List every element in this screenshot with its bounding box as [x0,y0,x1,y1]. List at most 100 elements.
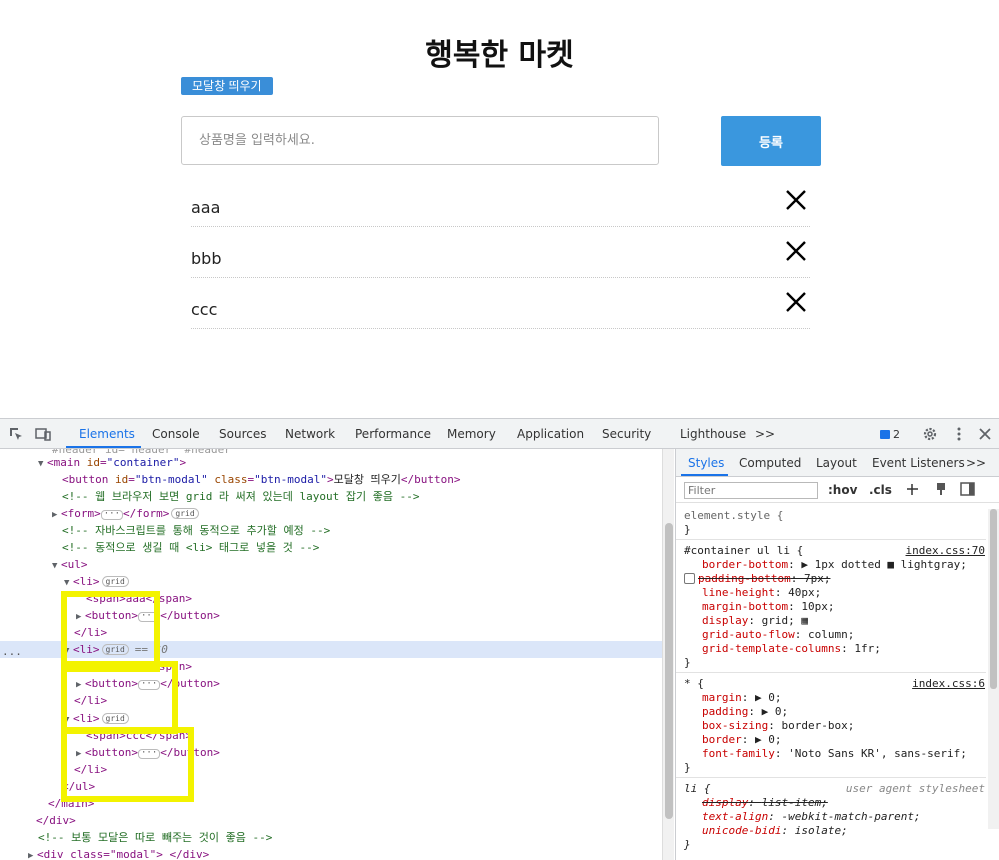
css-property[interactable]: grid-auto-flow: column; [702,628,854,642]
ellipsis-badge[interactable]: ··· [137,749,161,759]
tab-performance[interactable]: Performance [355,427,431,441]
styles-scrollbar[interactable] [988,509,999,829]
more-tabs-button[interactable]: >> [966,456,986,470]
rule-selector[interactable]: * { [684,677,704,691]
issues-counter[interactable]: 2 [880,428,900,441]
css-property[interactable]: display: grid; ▦ [702,614,808,628]
dom-line-li[interactable]: ▼ <li> grid [64,573,662,590]
tab-network[interactable]: Network [285,427,335,441]
hover-state-toggle[interactable]: :hov [828,483,857,497]
close-icon[interactable] [977,426,993,442]
dom-line-li[interactable]: ▼ <li> grid [64,710,662,727]
property-checkbox[interactable] [684,573,695,584]
dom-line-button-modal[interactable]: <button id="btn-modal" class="btn-modal"… [62,471,662,488]
ellipsis-badge[interactable]: ··· [137,612,161,622]
add-button[interactable]: 등록 [721,116,821,166]
elements-scrollbar[interactable] [662,449,674,860]
dom-line-li-close[interactable]: </li> [74,692,662,709]
dom-comment[interactable]: <!-- 보통 모달은 따로 빼주는 것이 좋음 --> [38,829,662,846]
collapse-triangle-icon[interactable]: ▼ [64,712,73,729]
css-property[interactable]: grid-template-columns: 1fr; [702,642,881,656]
tab-layout[interactable]: Layout [816,456,857,470]
css-property[interactable]: margin: ▶ 0; [702,691,782,705]
css-property-disabled[interactable]: padding-bottom: 7px; [684,572,830,586]
css-property[interactable]: line-height: 40px; [702,586,821,600]
tab-sources[interactable]: Sources [219,427,266,441]
grid-badge[interactable]: grid [101,576,129,587]
dom-line-div-modal[interactable]: ▶ <div class="modal"> </div> [28,846,662,860]
tab-styles[interactable]: Styles [688,456,724,470]
grid-badge[interactable]: grid [171,508,199,519]
collapse-triangle-icon[interactable]: ▼ [64,575,73,592]
sidebar-toggle-icon[interactable] [960,482,975,496]
ellipsis-badge[interactable]: ··· [137,680,161,690]
add-rule-icon[interactable] [906,483,920,497]
css-property-overridden[interactable]: display: list-item; [702,796,828,810]
css-property[interactable]: unicode-bidi: isolate; [702,824,848,838]
grid-badge[interactable]: grid [101,644,129,655]
device-toolbar-icon[interactable] [35,426,51,442]
dom-line-span[interactable]: <span>ccc</span> [86,727,662,744]
collapse-triangle-icon[interactable]: ▼ [64,643,73,660]
class-toggle[interactable]: .cls [869,483,892,497]
tab-memory[interactable]: Memory [447,427,496,441]
ellipsis-badge[interactable]: ··· [100,510,124,520]
delete-button[interactable] [782,237,810,265]
more-tabs-button[interactable]: >> [755,427,775,441]
collapse-triangle-icon[interactable]: ▼ [52,558,61,575]
source-link[interactable]: index.css:70 [906,544,985,557]
dom-line-span[interactable]: <span>bbb</span> [86,658,662,675]
dom-line-ul[interactable]: ▼ <ul> [52,556,662,573]
active-tab-indicator [66,446,141,448]
filter-input[interactable] [684,482,818,499]
expand-triangle-icon[interactable]: ▶ [52,507,61,524]
dom-line-span[interactable]: <span>aaa</span> [86,590,662,607]
dom-line-button[interactable]: ▶ <button> ··· </button> [76,675,662,692]
css-property[interactable]: font-family: 'Noto Sans KR', sans-serif; [702,747,967,761]
css-property[interactable]: box-sizing: border-box; [702,719,854,733]
dom-line-main-close[interactable]: </main> [48,795,662,812]
css-property[interactable]: padding: ▶ 0; [702,705,788,719]
inspect-element-icon[interactable] [8,426,24,442]
element-style-selector[interactable]: element.style { [684,509,783,523]
css-property[interactable]: border: ▶ 0; [702,733,782,747]
kebab-menu-icon[interactable] [951,426,967,442]
delete-button[interactable] [782,186,810,214]
dom-line-div-close[interactable]: </div> [36,812,662,829]
dom-comment[interactable]: <!-- 자바스크립트를 통해 동적으로 추가할 예정 --> [62,522,662,539]
dom-line-li-close[interactable]: </li> [74,761,662,778]
dom-comment[interactable]: <!-- 동적으로 생길 때 <li> 태그로 넣을 것 --> [62,539,662,556]
source-link[interactable]: index.css:6 [912,677,985,690]
paint-icon[interactable] [934,482,948,496]
dom-line-main[interactable]: ▼ <main id="container"> [38,454,662,471]
grid-badge[interactable]: grid [101,713,129,724]
tab-lighthouse[interactable]: Lighthouse [680,427,746,441]
tab-security[interactable]: Security [602,427,651,441]
dom-line-button[interactable]: ▶ <button> ··· </button> [76,607,662,624]
delete-button[interactable] [782,288,810,316]
dom-line-form[interactable]: ▶ <form> ··· </form> grid [52,505,662,522]
tab-console[interactable]: Console [152,427,200,441]
rule-selector[interactable]: li { [684,782,711,796]
css-property[interactable]: margin-bottom: 10px; [702,600,834,614]
product-name-input[interactable] [181,116,659,165]
collapse-triangle-icon[interactable]: ▼ [38,456,47,473]
gutter-menu-icon[interactable]: ··· [2,648,22,661]
open-modal-button[interactable]: 모달창 띄우기 [181,77,273,95]
tab-computed[interactable]: Computed [739,456,801,470]
dom-comment[interactable]: <!-- 웹 브라우저 보면 grid 라 써져 있는데 layout 잡기 좋… [62,488,662,505]
dom-line-li-close[interactable]: </li> [74,624,662,641]
tab-elements[interactable]: Elements [79,427,135,441]
gear-icon[interactable] [922,426,938,442]
rule-selector[interactable]: #container ul li { [684,544,803,558]
css-property[interactable]: border-bottom: ▶ 1px dotted ■ lightgray; [702,558,967,572]
dom-line-button[interactable]: ▶ <button> ··· </button> [76,744,662,761]
css-property[interactable]: text-align: -webkit-match-parent; [702,810,921,824]
tab-event-listeners[interactable]: Event Listeners [872,456,965,470]
tab-application[interactable]: Application [517,427,584,441]
scrollbar-thumb[interactable] [665,523,673,819]
dom-line-li-selected[interactable]: ▼ <li> grid == $0 [0,641,662,658]
scrollbar-thumb[interactable] [990,509,997,689]
dom-line-ul-close[interactable]: </ul> [62,778,662,795]
expand-triangle-icon[interactable]: ▶ [28,848,37,860]
